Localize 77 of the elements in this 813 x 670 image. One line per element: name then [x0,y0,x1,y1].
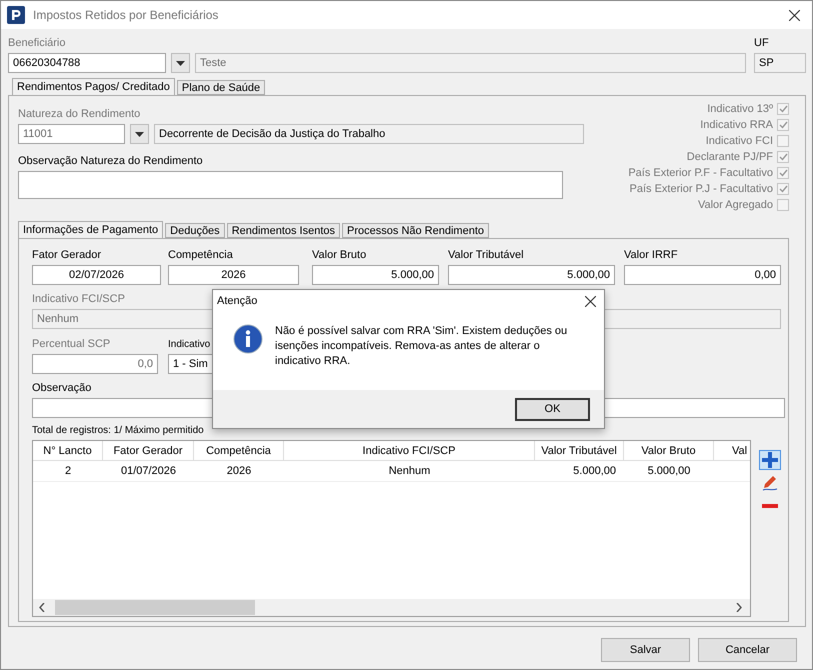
beneficiary-code-field[interactable]: 06620304788 [8,53,166,73]
field-label: Indicativo FCI/SCP [32,293,125,306]
checkbox-label: País Exterior P.J - Facultativo [630,182,773,194]
field-label: Percentual SCP [32,338,110,351]
info-icon [233,324,263,354]
checkbox-label: Declarante PJ/PF [686,150,773,162]
column-header[interactable]: Indicativo FCI/SCP [284,441,535,460]
table-cell-text: 01/07/2026 [120,464,178,479]
checkbox-label: Valor Agregado [698,198,773,210]
value-field[interactable]: 5.000,00 [312,265,439,285]
nature-note-field[interactable] [18,171,563,199]
scroll-right-icon[interactable] [736,603,742,612]
checkbox[interactable] [777,198,789,210]
table-cell-text: 2 [64,464,72,479]
minus-icon [762,504,778,508]
checkbox-label: País Exterior P.F - Facultativo [628,166,773,178]
table-cell-text: 5.000,00 [572,464,617,479]
field-label: Natureza do Rendimento [18,108,140,121]
tab[interactable]: Processos Não Rendimento [342,223,489,238]
checkbox[interactable] [777,134,789,146]
nature-description-field[interactable]: Decorrente de Decisão da Justiça do Trabalho [154,124,584,144]
tab[interactable]: Deduções [165,223,225,238]
pencil-icon [762,475,778,491]
value-field[interactable]: 2026 [168,265,299,285]
column-header[interactable]: N° Lancto [33,441,103,460]
column-header[interactable]: Fator Gerador [103,441,194,460]
record-count: Total de registros: 1/ Máximo permitido [32,424,204,437]
field-label: Indicativo [168,338,210,351]
field-label: Valor Tributável [448,249,524,262]
tab[interactable]: Informações de Pagamento [18,221,164,238]
cancel-button[interactable]: Cancelar [698,638,797,662]
tab[interactable]: Rendimentos Pagos/ Creditado [12,78,175,95]
field-label: Observação Natureza do Rendimento [18,155,203,168]
table-cell-text: 2026 [226,464,252,479]
column-header[interactable]: Competência [194,441,284,460]
uf-field[interactable]: SP [754,53,806,73]
column-header[interactable]: Valor Tributável [535,441,624,460]
scroll-left-icon[interactable] [39,603,45,612]
dropdown-button[interactable] [171,53,190,73]
caret-icon [135,132,144,136]
value-field[interactable]: 0,00 [624,265,781,285]
dialog-message: Não é possível salvar com RRA 'Sim'. Existem deduções ou isenções incompatíveis. Remova-as antes de alterar o indicativo RRA. [275,324,568,369]
value-field[interactable]: 02/07/2026 [32,265,161,285]
save-button[interactable]: Salvar [601,638,690,662]
plus-icon [762,452,778,468]
ok-button[interactable]: OK [515,398,590,420]
checkbox[interactable] [777,102,789,114]
checkbox-label: Indicativo 13º [707,102,773,114]
caret-icon [176,60,185,66]
checkbox[interactable] [777,182,789,194]
field-label: Valor Bruto [312,249,366,262]
field-label: UF [754,37,769,50]
field-label: Observação [32,382,92,395]
checkbox[interactable] [777,166,789,178]
field-label: Beneficiário [8,37,66,50]
dropdown-button[interactable] [130,124,149,144]
checkbox[interactable] [777,150,789,162]
field-label: Fator Gerador [32,249,102,262]
tab[interactable]: Rendimentos Isentos [226,223,340,238]
tab[interactable]: Plano de Saúde [176,80,266,95]
window-title: Impostos Retidos por Beneficiários [33,8,220,22]
app-logo-icon [7,6,25,24]
column-header[interactable]: Valor Bruto [624,441,714,460]
table-cell-text: 5.000,00 [646,464,692,479]
field-label: Competência [168,249,233,262]
dialog-title: Atenção [217,295,258,307]
field-label: Valor IRRF [624,249,678,262]
column-header[interactable]: Val [714,441,748,460]
close-icon[interactable] [585,296,596,306]
checkbox[interactable] [777,118,789,130]
add-button[interactable] [759,450,781,470]
checkbox-label: Indicativo FCI [706,134,773,146]
scrollbar-thumb[interactable] [55,600,255,615]
table-cell-text: Nenhum [388,464,432,479]
value-field[interactable]: 5.000,00 [448,265,615,285]
checkbox-label: Indicativo RRA [700,118,773,130]
close-icon[interactable] [789,10,800,20]
